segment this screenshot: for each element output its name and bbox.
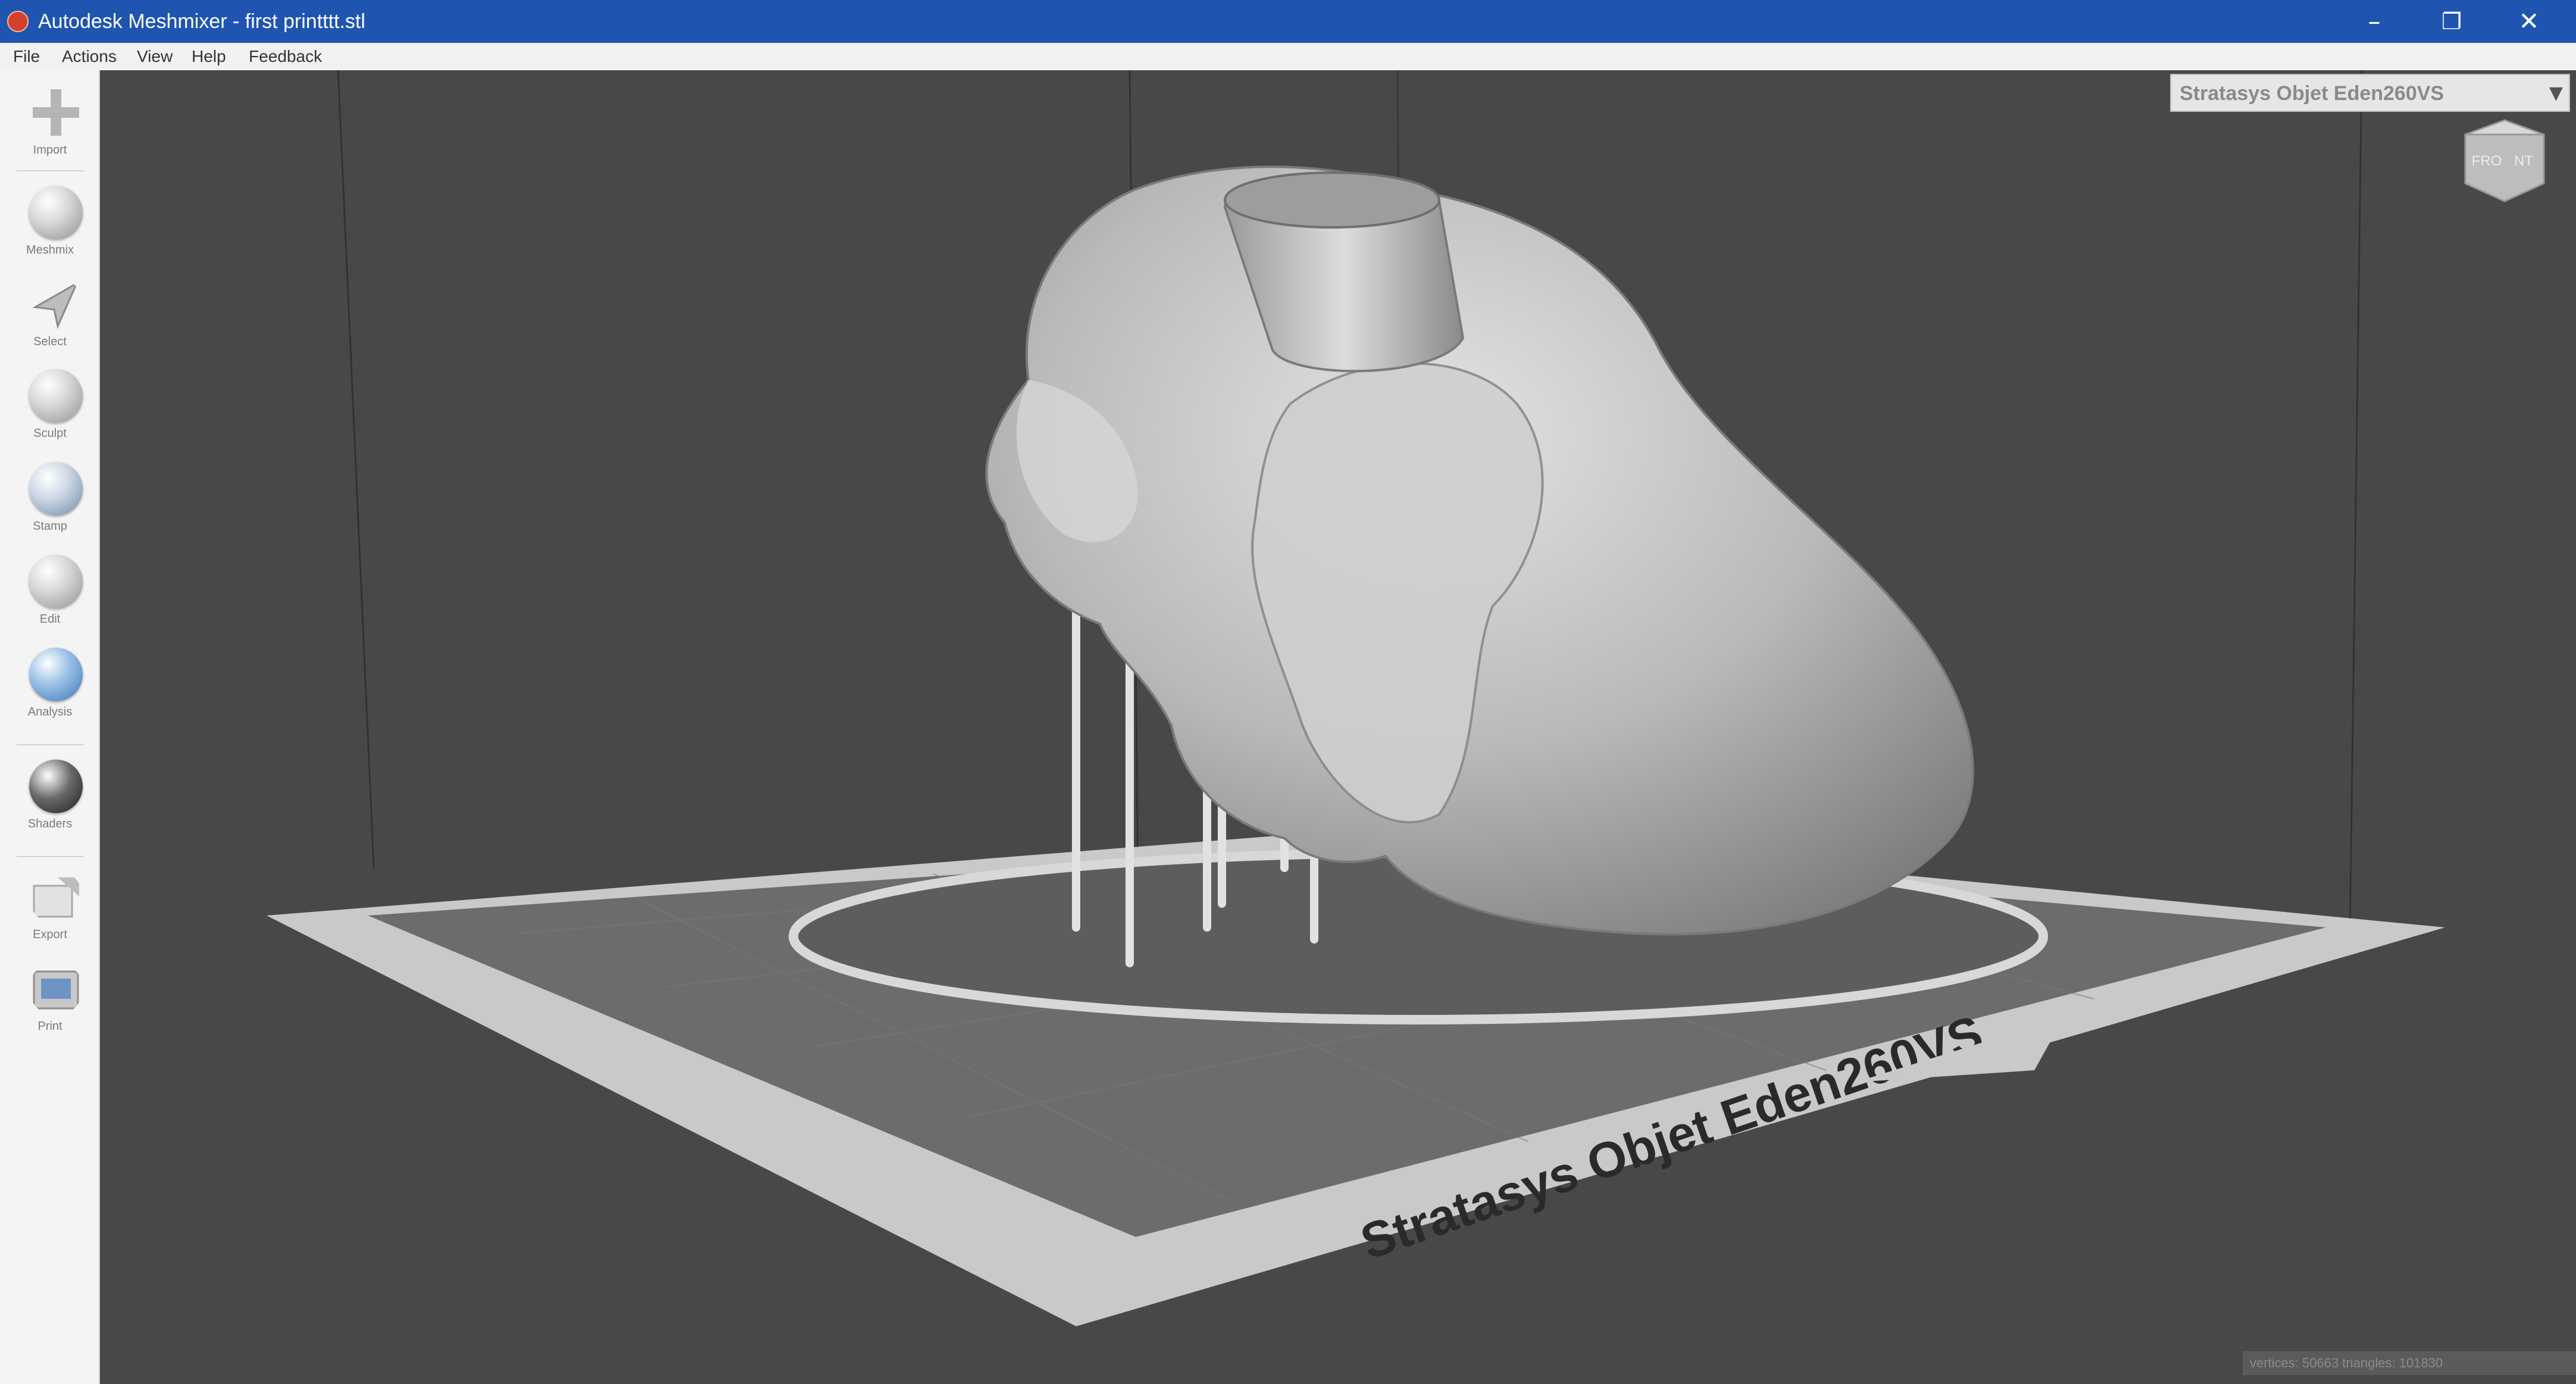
stamp-icon [29, 462, 83, 516]
heart-model[interactable] [985, 165, 1974, 936]
menu-file[interactable]: File [13, 46, 40, 67]
meshmixer-window: Autodesk Meshmixer - first printttt.stl … [0, 0, 2576, 1384]
3d-viewport[interactable]: Stratasys Objet Eden260VS Stratasys Obje… [100, 70, 2576, 1384]
analysis-icon [29, 648, 83, 701]
menu-actions[interactable]: Actions [62, 46, 117, 67]
toolbar-divider [17, 744, 83, 745]
left-toolbar: Import Meshmix Select Sculpt Stamp Edit [0, 70, 100, 1384]
meshmix-tool[interactable]: Meshmix [8, 181, 92, 270]
tool-label: Export [33, 928, 67, 941]
export-tool[interactable]: Export [8, 866, 92, 955]
toolbar-divider [17, 170, 83, 171]
tool-label: Print [37, 1020, 62, 1033]
menu-bar: File Actions View Help Feedback [0, 43, 2576, 71]
export-icon [33, 877, 79, 918]
minimize-button[interactable]: – [2336, 0, 2413, 43]
chevron-down-icon: ▼ [2549, 83, 2563, 104]
printer-select[interactable]: Stratasys Objet Eden260VS ▼ [2170, 74, 2570, 112]
stamp-tool[interactable]: Stamp [8, 457, 92, 546]
navigation-cube[interactable]: FRO NT [2457, 117, 2552, 206]
printer-select-value: Stratasys Objet Eden260VS [2180, 82, 2444, 105]
title-bar: Autodesk Meshmixer - first printttt.stl … [0, 0, 2576, 43]
select-arrow-icon [32, 281, 79, 329]
scene-canvas[interactable]: Stratasys Objet Eden260VS [100, 70, 2576, 1384]
meshmix-icon [29, 186, 83, 239]
toolbar-divider [17, 856, 83, 857]
shaders-tool[interactable]: Shaders [8, 755, 92, 844]
nav-cube-label-nt: NT [2514, 153, 2533, 169]
restore-button[interactable]: ❐ [2413, 0, 2490, 43]
sculpt-tool[interactable]: Sculpt [8, 364, 92, 454]
menu-view[interactable]: View [137, 46, 173, 67]
print-tool[interactable]: Print [8, 957, 92, 1046]
sculpt-brush-icon [29, 369, 83, 423]
shaders-icon [29, 760, 83, 813]
close-button[interactable]: ✕ [2490, 0, 2568, 43]
import-tool[interactable]: Import [8, 81, 92, 170]
tool-label: Sculpt [33, 427, 67, 440]
menu-help[interactable]: Help [192, 46, 226, 67]
nav-cube-label-front: FRO [2472, 153, 2502, 169]
mesh-stats: vertices: 50663 triangles: 101830 [2243, 1351, 2576, 1375]
tool-label: Edit [39, 613, 61, 626]
meshmixer-logo-icon [7, 11, 29, 32]
edit-icon [29, 555, 83, 608]
analysis-tool[interactable]: Analysis [8, 643, 92, 732]
window-title: Autodesk Meshmixer - first printttt.stl [38, 10, 365, 33]
tool-label: Meshmix [26, 243, 74, 257]
menu-feedback[interactable]: Feedback [249, 46, 322, 67]
tool-label: Shaders [27, 817, 73, 830]
tool-label: Analysis [27, 705, 73, 718]
print-icon [33, 970, 79, 1010]
tool-label: Stamp [33, 520, 67, 533]
select-tool[interactable]: Select [8, 273, 92, 362]
edit-tool[interactable]: Edit [8, 550, 92, 639]
tool-label: Import [33, 143, 67, 157]
tool-label: Select [33, 335, 67, 348]
plus-icon [33, 89, 79, 136]
